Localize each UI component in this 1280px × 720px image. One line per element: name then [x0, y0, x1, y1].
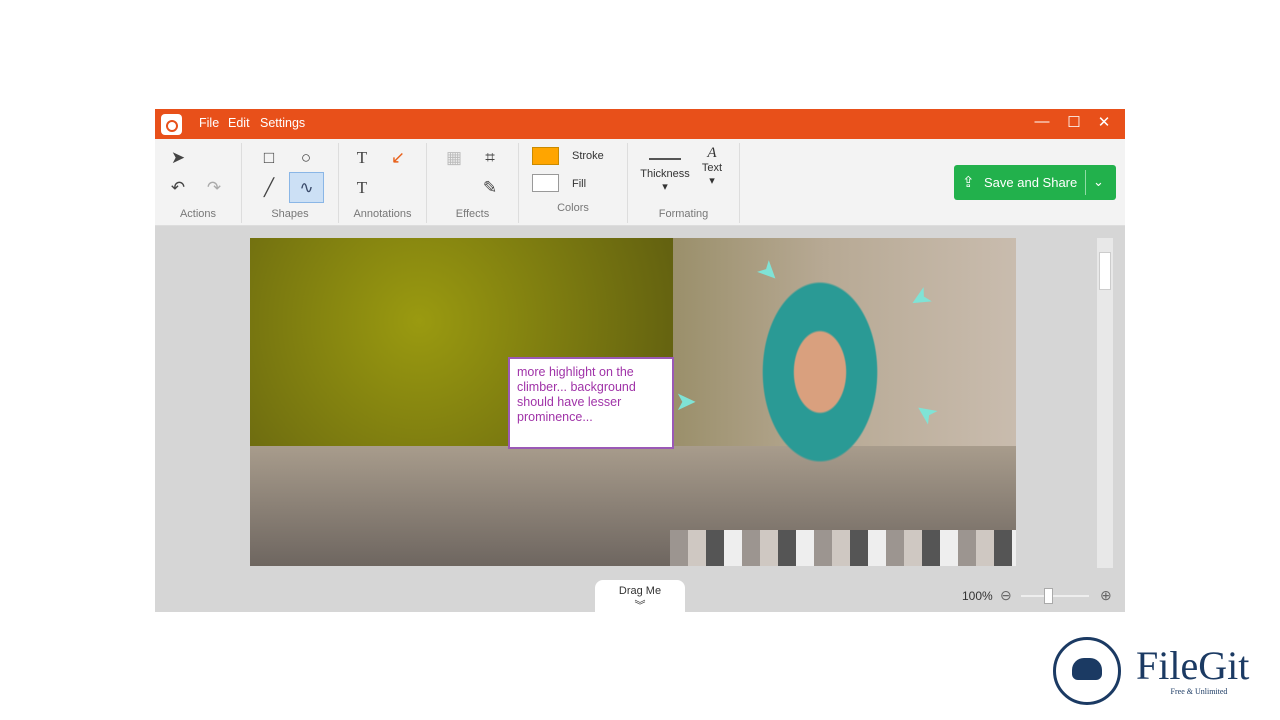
group-label: Actions	[179, 208, 217, 220]
menu-settings[interactable]: Settings	[260, 116, 305, 130]
redo-icon[interactable]: ↷	[201, 175, 227, 201]
freehand-icon[interactable]: ∿	[289, 172, 324, 203]
fill-label: Fill	[572, 178, 587, 190]
app-logo-icon	[161, 114, 182, 135]
fill-color-swatch[interactable]	[532, 174, 559, 192]
thickness-line-icon	[649, 158, 681, 160]
group-label: Annotations	[353, 208, 412, 220]
save-label: Save and Share	[984, 175, 1078, 190]
line-icon[interactable]: ╱	[256, 175, 282, 201]
save-and-share-button[interactable]: ⇪ Save and Share ⌄	[954, 165, 1116, 200]
app-window: File Edit Settings — ☐ ✕ ➤ ↶ ↷ Actions □…	[155, 109, 1125, 612]
stroke-label: Stroke	[572, 150, 604, 162]
callout-text-icon[interactable]: T	[349, 175, 375, 201]
zoom-in-icon[interactable]: ⊕	[1100, 587, 1112, 604]
thickness-label: Thickness	[640, 168, 690, 180]
maximize-button[interactable]: ☐	[1059, 113, 1089, 135]
group-annotations: T ↙ T Annotations	[339, 143, 427, 223]
divider	[1085, 170, 1086, 195]
climber	[720, 268, 920, 528]
group-label: Shapes	[271, 208, 309, 220]
arrow-annotation-icon[interactable]: ➤	[675, 386, 697, 417]
group-shapes: □ ○ ╱ ∿ Shapes	[242, 143, 339, 223]
close-button[interactable]: ✕	[1089, 113, 1119, 135]
highlighter-icon[interactable]: ✎	[477, 175, 503, 201]
pixelated-region	[670, 530, 1016, 566]
cloud-upload-icon: ⇪	[962, 174, 975, 191]
text-icon[interactable]: T	[349, 145, 375, 171]
toolbar: ➤ ↶ ↷ Actions □ ○ ╱ ∿ Shapes T ↙ T Annot…	[155, 139, 1125, 226]
thickness-dropdown[interactable]: Thickness ▾	[640, 153, 690, 193]
group-effects: ▦ ⌗ ✎ Effects	[427, 143, 519, 223]
drag-handle[interactable]: Drag Me ︾	[595, 580, 685, 612]
group-label: Colors	[557, 202, 589, 214]
arrow-icon[interactable]: ↙	[385, 145, 411, 171]
rectangle-icon[interactable]: □	[256, 145, 282, 171]
note-callout[interactable]: more highlight on the climber... backgro…	[508, 357, 674, 449]
filegit-logo-icon	[1053, 637, 1121, 705]
zoom-level: 100%	[962, 589, 993, 603]
pixelate-icon[interactable]: ▦	[441, 145, 467, 171]
font-icon: A	[707, 145, 717, 161]
chevron-down-icon[interactable]: ⌄	[1093, 174, 1104, 190]
double-chevron-down-icon: ︾	[634, 600, 646, 612]
menu-edit[interactable]: Edit	[228, 116, 250, 130]
zoom-slider-thumb[interactable]	[1044, 588, 1053, 604]
menu-file[interactable]: File	[199, 116, 219, 130]
group-colors: Stroke Fill Colors	[519, 143, 628, 223]
drag-label: Drag Me	[618, 585, 662, 597]
title-bar: File Edit Settings — ☐ ✕	[155, 109, 1125, 139]
group-label: Effects	[455, 208, 490, 220]
group-formatting: Thickness ▾ A Text ▾ Formating	[628, 143, 740, 223]
vertical-scrollbar[interactable]	[1097, 238, 1113, 568]
scroll-thumb[interactable]	[1099, 252, 1111, 290]
minimize-button[interactable]: —	[1027, 113, 1057, 135]
undo-icon[interactable]: ↶	[165, 175, 191, 201]
text-dropdown[interactable]: A Text ▾	[698, 145, 726, 187]
watermark-tagline: Free & Unlimited	[1170, 687, 1228, 696]
group-actions: ➤ ↶ ↷ Actions	[155, 143, 242, 223]
zoom-out-icon[interactable]: ⊖	[1000, 587, 1012, 604]
text-label: Text	[701, 162, 723, 174]
watermark-name: FileGit	[1136, 643, 1250, 688]
stroke-color-swatch[interactable]	[532, 147, 559, 165]
zoom-slider[interactable]	[1021, 588, 1089, 604]
crop-icon[interactable]: ⌗	[477, 145, 503, 171]
select-pointer-icon[interactable]: ➤	[165, 145, 191, 171]
group-label: Formating	[658, 208, 709, 220]
ellipse-icon[interactable]: ○	[293, 145, 319, 171]
